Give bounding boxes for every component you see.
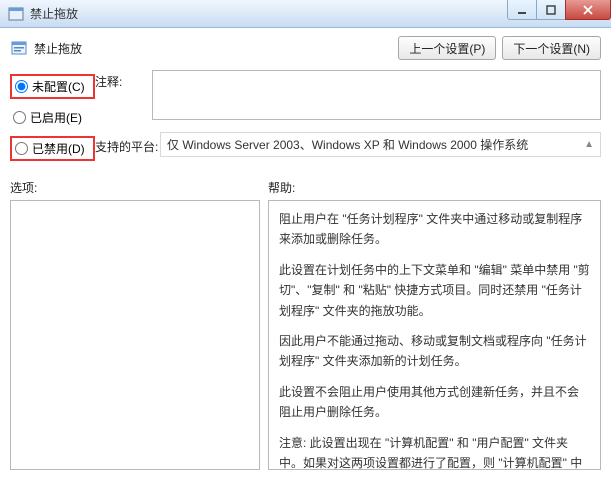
config-row: 未配置(C) 已启用(E) 已禁用(D) 注释: 支持的平台: — [10, 70, 601, 161]
comment-label: 注释: — [95, 70, 144, 90]
platform-label: 支持的平台: — [95, 135, 160, 155]
minimize-button[interactable] — [507, 0, 537, 20]
radio-column: 未配置(C) 已启用(E) 已禁用(D) — [10, 70, 95, 161]
close-button[interactable] — [565, 0, 611, 20]
help-paragraph: 注意: 此设置出现在 "计算机配置" 和 "用户配置" 文件夹中。如果对这两项设… — [279, 433, 590, 470]
help-panel[interactable]: 阻止用户在 "任务计划程序" 文件夹中通过移动或复制程序来添加或删除任务。 此设… — [268, 200, 601, 470]
radio-disabled-input[interactable] — [15, 142, 28, 155]
chevron-up-icon[interactable]: ▲ — [584, 139, 594, 150]
radio-enabled-label: 已启用(E) — [30, 109, 82, 126]
radio-disabled-label: 已禁用(D) — [32, 140, 85, 157]
state-radio-group: 未配置(C) 已启用(E) 已禁用(D) — [10, 74, 95, 161]
window-title: 禁止拖放 — [30, 5, 78, 22]
platform-value: 仅 Windows Server 2003、Windows XP 和 Windo… — [167, 136, 528, 153]
window-controls — [508, 0, 611, 27]
options-label: 选项: — [10, 179, 268, 196]
radio-disabled[interactable]: 已禁用(D) — [10, 136, 95, 161]
help-paragraph: 因此用户不能通过拖动、移动或复制文档或程序向 "任务计划程序" 文件夹添加新的计… — [279, 331, 590, 372]
titlebar: 禁止拖放 — [0, 0, 611, 28]
comment-column: 注释: 支持的平台: 仅 Windows Server 2003、Windows… — [95, 70, 601, 157]
help-paragraph: 阻止用户在 "任务计划程序" 文件夹中通过移动或复制程序来添加或删除任务。 — [279, 209, 590, 250]
window-icon — [8, 6, 24, 22]
help-label: 帮助: — [268, 179, 295, 196]
help-paragraph: 此设置不会阻止用户使用其他方式创建新任务，并且不会阻止用户删除任务。 — [279, 382, 590, 423]
options-panel[interactable] — [10, 200, 260, 470]
radio-not-configured-input[interactable] — [15, 80, 28, 93]
panels-row: 阻止用户在 "任务计划程序" 文件夹中通过移动或复制程序来添加或删除任务。 此设… — [10, 200, 601, 470]
section-labels: 选项: 帮助: — [10, 179, 601, 196]
platform-row: 支持的平台: 仅 Windows Server 2003、Windows XP … — [95, 132, 601, 157]
radio-not-configured-label: 未配置(C) — [32, 78, 85, 95]
platform-value-box: 仅 Windows Server 2003、Windows XP 和 Windo… — [160, 132, 601, 157]
maximize-button[interactable] — [536, 0, 566, 20]
header-row: 禁止拖放 上一个设置(P) 下一个设置(N) — [10, 36, 601, 60]
comment-textarea[interactable] — [152, 70, 601, 120]
dialog-content: 禁止拖放 上一个设置(P) 下一个设置(N) 未配置(C) 已启用(E) 已禁用… — [0, 28, 611, 480]
help-paragraph: 此设置在计划任务中的上下文菜单和 "编辑" 菜单中禁用 "剪切"、"复制" 和 … — [279, 260, 590, 321]
radio-not-configured[interactable]: 未配置(C) — [10, 74, 95, 99]
page-title: 禁止拖放 — [34, 40, 82, 57]
radio-enabled-input[interactable] — [13, 111, 26, 124]
next-setting-button[interactable]: 下一个设置(N) — [502, 36, 601, 60]
radio-enabled[interactable]: 已启用(E) — [10, 107, 95, 128]
prev-setting-button[interactable]: 上一个设置(P) — [398, 36, 496, 60]
policy-icon — [10, 39, 28, 57]
